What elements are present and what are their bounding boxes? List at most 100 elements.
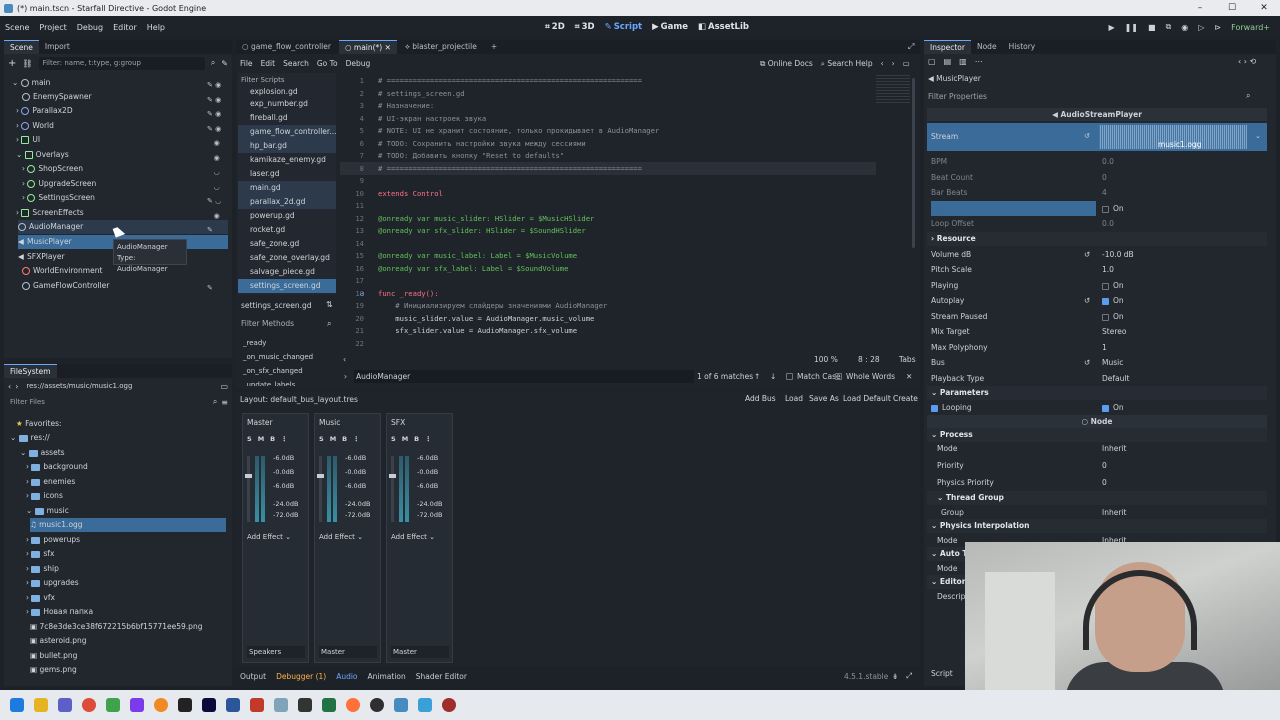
- tree-node-enemyspawner[interactable]: EnemySpawner: [22, 90, 92, 104]
- bus-menu-icon[interactable]: ⋮: [425, 435, 432, 443]
- prop-value[interactable]: Stereo: [1102, 324, 1126, 339]
- workspace-2d[interactable]: ⌗ 2D: [545, 22, 565, 32]
- tab-audio[interactable]: Audio: [336, 672, 357, 681]
- prop-value[interactable]: 0.0: [1102, 216, 1114, 231]
- slider-handle[interactable]: [245, 474, 252, 478]
- renderer-select[interactable]: Forward+: [1231, 23, 1270, 32]
- fs-folder-vfx[interactable]: › vfx: [26, 591, 55, 605]
- collapse-arrow-icon[interactable]: ⌄: [12, 78, 21, 87]
- play-scene-icon[interactable]: ▷: [1198, 23, 1204, 32]
- open-resource-icon[interactable]: ▤: [944, 57, 952, 66]
- script-menu-file[interactable]: File: [240, 59, 253, 68]
- bus-master[interactable]: Master S M B ⋮ -6.0dB -0.0dB -6.0dB -24.0dB…: [242, 413, 309, 663]
- fs-folder-res[interactable]: ⌄ res://: [10, 431, 50, 445]
- sort-icon[interactable]: ⇅: [326, 300, 333, 309]
- fs-file-bullet[interactable]: ▣ bullet.png: [30, 649, 77, 663]
- save-resource-icon[interactable]: ▥: [959, 57, 967, 66]
- add-bus-button[interactable]: Add Bus: [742, 392, 779, 406]
- obs-icon[interactable]: [370, 698, 384, 712]
- section-resource[interactable]: › Resource: [927, 232, 1267, 246]
- prop-value[interactable]: On: [1102, 278, 1124, 293]
- app-tool-icon[interactable]: [274, 698, 288, 712]
- script-menu-edit[interactable]: Edit: [261, 59, 276, 68]
- tree-node-gameflowcontroller[interactable]: GameFlowController: [22, 279, 109, 293]
- prop-beat-count[interactable]: Beat Count 0: [927, 170, 1267, 185]
- mute-button[interactable]: M: [258, 435, 264, 443]
- add-effect-dropdown[interactable]: Add Effect ⌄: [247, 530, 305, 544]
- revert-icon[interactable]: ↺: [1084, 293, 1090, 308]
- find-next-icon[interactable]: ↓: [770, 372, 776, 381]
- tree-node-screeneffects[interactable]: › ScreenEffects: [16, 206, 84, 220]
- script-item[interactable]: kamikaze_enemy.gd: [238, 153, 336, 167]
- prop-value[interactable]: Default: [1102, 371, 1129, 386]
- new-resource-icon[interactable]: ▢: [928, 57, 936, 66]
- chrome-icon[interactable]: [82, 698, 96, 712]
- prop-autoplay[interactable]: Autoplay ↺ On: [927, 293, 1267, 308]
- play-icon[interactable]: ▶: [1108, 23, 1114, 32]
- fs-folder-ship[interactable]: › ship: [26, 562, 59, 576]
- bus-output-select[interactable]: Master: [319, 646, 377, 658]
- prop-loop-offset[interactable]: Loop Offset 0.0: [927, 216, 1267, 231]
- fs-folder-enemies[interactable]: › enemies: [26, 475, 75, 489]
- tab-shader-editor[interactable]: Shader Editor: [416, 672, 467, 681]
- excel-icon[interactable]: [322, 698, 336, 712]
- favorites-entry[interactable]: ★ Favorites:: [16, 417, 62, 431]
- tree-node-world[interactable]: › World: [16, 119, 54, 133]
- tab-blaster-projectile[interactable]: ⟡ blaster_projectile: [399, 40, 483, 54]
- tree-node-worldenvironment[interactable]: WorldEnvironment: [22, 264, 102, 278]
- file-explorer-icon[interactable]: [34, 698, 48, 712]
- mute-button[interactable]: M: [402, 435, 408, 443]
- firefox-icon[interactable]: [346, 698, 360, 712]
- method-item[interactable]: _on_music_changed: [243, 350, 335, 364]
- prop-value[interactable]: 1: [1102, 340, 1107, 355]
- script-item[interactable]: safe_zone_overlay.gd: [238, 251, 336, 265]
- minimize-button[interactable]: –: [1184, 0, 1216, 16]
- prop-value[interactable]: 0: [1102, 475, 1107, 490]
- add-effect-dropdown[interactable]: Add Effect ⌄: [391, 530, 449, 544]
- script-item[interactable]: explosion.gd: [238, 87, 336, 97]
- tab-game-flow-controller[interactable]: ○ game_flow_controller: [236, 40, 337, 54]
- play-custom-icon[interactable]: ⊳: [1214, 23, 1221, 32]
- script-icon[interactable]: ✎ ◉: [207, 122, 231, 137]
- create-button[interactable]: Create: [890, 392, 921, 406]
- load-default-button[interactable]: Load Default: [840, 392, 894, 406]
- prop-value[interactable]: Music: [1102, 355, 1123, 370]
- eye-icon[interactable]: ◡: [207, 165, 231, 180]
- bus-menu-icon[interactable]: ⋮: [353, 435, 360, 443]
- indent-mode[interactable]: Tabs: [899, 355, 916, 364]
- tab-output[interactable]: Output: [240, 672, 266, 681]
- add-effect-dropdown[interactable]: Add Effect ⌄: [319, 530, 377, 544]
- prop-stream-paused[interactable]: Stream Paused On: [927, 309, 1267, 324]
- section-physics-interpolation[interactable]: ⌄ Physics Interpolation: [927, 519, 1267, 533]
- code-minimap[interactable]: [876, 75, 910, 105]
- scripts-filter-input[interactable]: Filter Scripts: [238, 73, 336, 87]
- fs-folder-icons[interactable]: › icons: [26, 489, 63, 503]
- workspace-assetlib[interactable]: ◧ AssetLib: [698, 22, 749, 32]
- tab-inspector[interactable]: Inspector: [924, 40, 971, 54]
- script-icon[interactable]: ✎ ◉: [207, 93, 231, 108]
- fs-folder-new[interactable]: › Новая папка: [26, 605, 93, 619]
- volume-slider[interactable]: [247, 456, 250, 522]
- prop-value[interactable]: 0.0: [1102, 154, 1114, 169]
- fs-file-asteroid[interactable]: ▣ asteroid.png: [30, 634, 87, 648]
- zoom-level[interactable]: 100 %: [814, 355, 838, 364]
- script-icon[interactable]: ✎ ◉: [207, 107, 231, 122]
- eye-icon[interactable]: ◉: [207, 209, 231, 224]
- tree-node-ui[interactable]: › UI: [16, 133, 40, 147]
- menu-editor[interactable]: Editor: [108, 23, 142, 32]
- prop-max-polyphony[interactable]: Max Polyphony 1: [927, 340, 1267, 355]
- davinci-icon[interactable]: [442, 698, 456, 712]
- history-icon[interactable]: ⟲: [1250, 57, 1257, 66]
- script-icon[interactable]: ✎ ◡: [207, 194, 231, 209]
- tree-node-parallax2d[interactable]: › Parallax2D: [16, 104, 73, 118]
- collapse-panel-icon[interactable]: ‹: [343, 355, 346, 364]
- prop-bar-beats[interactable]: Bar Beats 4: [927, 185, 1267, 200]
- close-find-icon[interactable]: ✕: [906, 372, 912, 381]
- prop-volume-db[interactable]: Volume dB ↺ -10.0 dB: [927, 247, 1267, 262]
- workspace-3d[interactable]: ⌗ 3D: [575, 22, 595, 32]
- fs-folder-music[interactable]: ⌄ music: [26, 504, 69, 518]
- distraction-free-icon[interactable]: ⤢: [908, 42, 914, 52]
- app-red-icon[interactable]: [250, 698, 264, 712]
- bypass-button[interactable]: B: [342, 435, 347, 443]
- script-item[interactable]: hp_bar.gd: [238, 139, 336, 153]
